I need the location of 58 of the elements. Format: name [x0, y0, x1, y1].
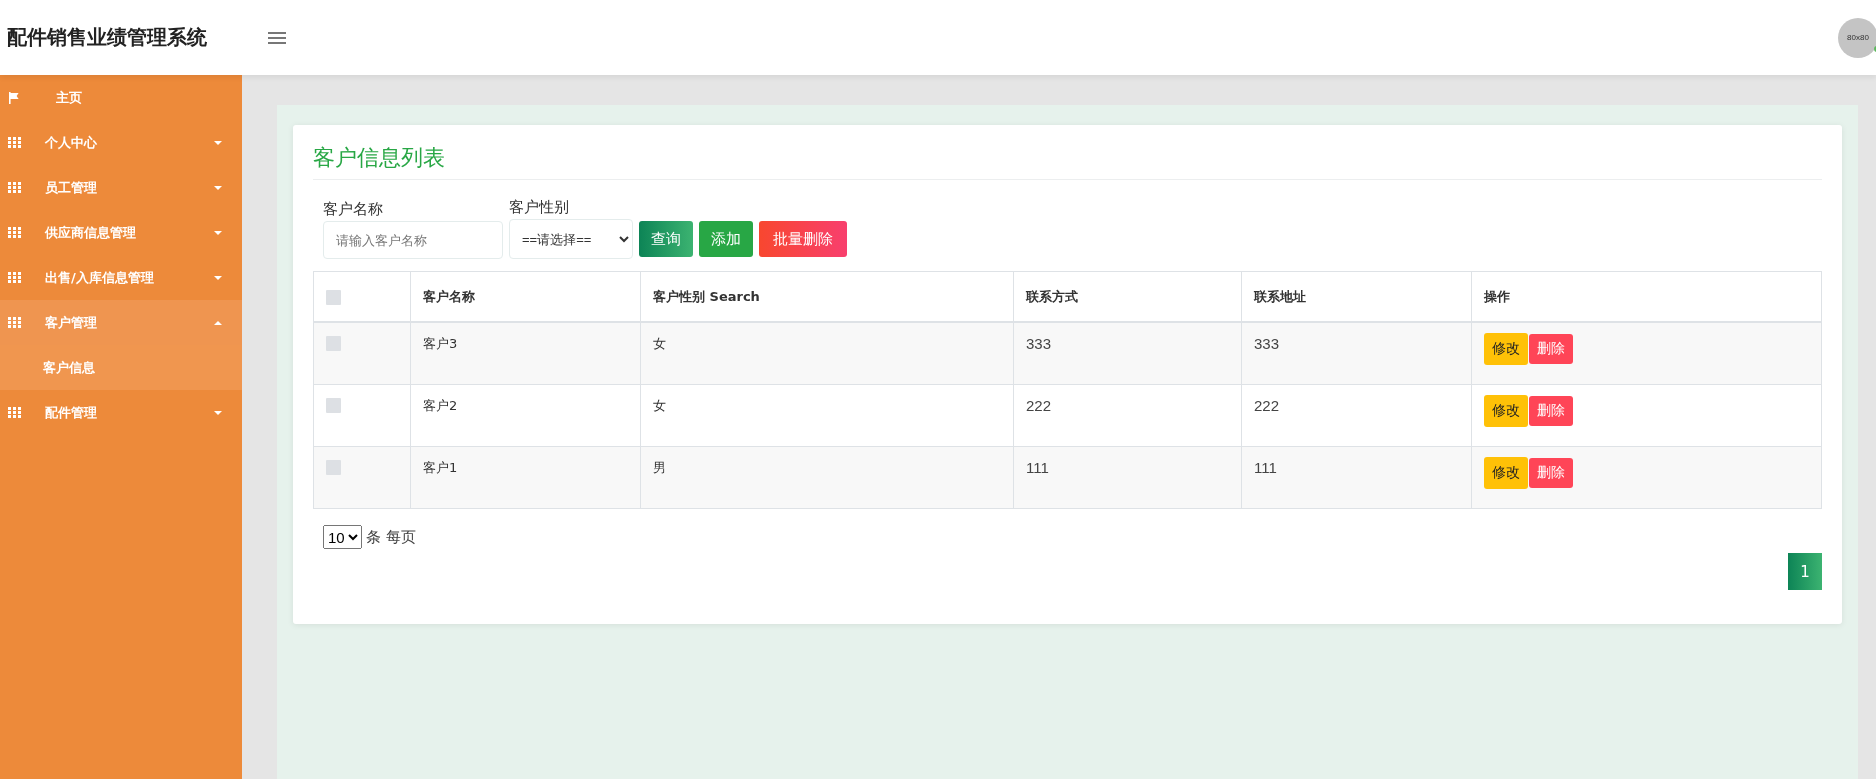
grid-icon	[8, 182, 21, 193]
edit-button[interactable]: 修改	[1484, 457, 1528, 489]
caret-down-icon	[214, 410, 222, 415]
edit-button[interactable]: 修改	[1484, 395, 1528, 427]
caret-down-icon	[214, 140, 222, 145]
sidebar-subitem[interactable]: 客户信息	[0, 345, 242, 390]
avatar-label: 80x80	[1847, 33, 1869, 42]
delete-button[interactable]: 删除	[1529, 396, 1573, 426]
dropdown[interactable]: ==请选择==	[509, 219, 633, 259]
table-cell: 客户3	[410, 322, 641, 385]
search-button[interactable]: 查询	[639, 221, 693, 257]
caret-down-icon	[214, 275, 222, 280]
table-cell: 222	[1241, 384, 1472, 447]
sidebar-item[interactable]: 供应商信息管理	[0, 210, 242, 255]
checkbox[interactable]	[326, 398, 341, 413]
sidebar-item[interactable]: 客户管理	[0, 300, 242, 345]
sidebar-item[interactable]: 配件管理	[0, 390, 242, 435]
menu-icon[interactable]	[268, 31, 286, 44]
grid-icon	[8, 407, 21, 418]
delete-button[interactable]: 批量删除	[759, 221, 847, 257]
sidebar-item[interactable]: 主页	[0, 75, 242, 120]
sidebar-item[interactable]: 个人中心	[0, 120, 242, 165]
page-size-dropdown[interactable]: 10	[323, 525, 362, 549]
sidebar-item[interactable]: 出售/入库信息管理	[0, 255, 242, 300]
table-cell: 333	[1013, 322, 1242, 385]
table-cell: 男	[640, 446, 1014, 509]
card-title: 客户信息列表	[313, 143, 1822, 180]
grid-icon	[8, 317, 21, 328]
page-button[interactable]: 1	[1788, 553, 1822, 590]
app-title: 配件销售业绩管理系统	[7, 24, 208, 51]
caret-down-icon	[214, 185, 222, 190]
table-cell: 客户1	[410, 446, 641, 509]
table-cell: 111	[1241, 446, 1472, 509]
page-size-label: 条 每页	[366, 527, 416, 547]
field-label: 客户性别	[509, 198, 570, 217]
table-cell: 女	[640, 322, 1014, 385]
sidebar-item[interactable]: 员工管理	[0, 165, 242, 210]
add-button[interactable]: 添加	[699, 221, 753, 257]
edit-button[interactable]: 修改	[1484, 333, 1528, 365]
caret-up-icon	[214, 320, 222, 325]
delete-button[interactable]: 删除	[1529, 334, 1573, 364]
avatar[interactable]: 80x80	[1838, 17, 1876, 58]
table-cell: 111	[1013, 446, 1242, 509]
table-cell: 客户2	[410, 384, 641, 447]
caret-down-icon	[214, 230, 222, 235]
table-cell: 女	[640, 384, 1014, 447]
grid-icon	[8, 272, 21, 283]
field-label: 客户名称	[323, 200, 384, 219]
flag-icon	[8, 91, 20, 104]
input-field[interactable]: 请输入客户名称	[323, 221, 503, 259]
table-cell: 333	[1241, 322, 1472, 385]
checkbox[interactable]	[326, 289, 341, 305]
grid-icon	[8, 227, 21, 238]
delete-button[interactable]: 删除	[1529, 458, 1573, 488]
table-cell: 222	[1013, 384, 1242, 447]
grid-icon	[8, 137, 21, 148]
checkbox[interactable]	[326, 460, 341, 475]
checkbox[interactable]	[326, 336, 341, 351]
